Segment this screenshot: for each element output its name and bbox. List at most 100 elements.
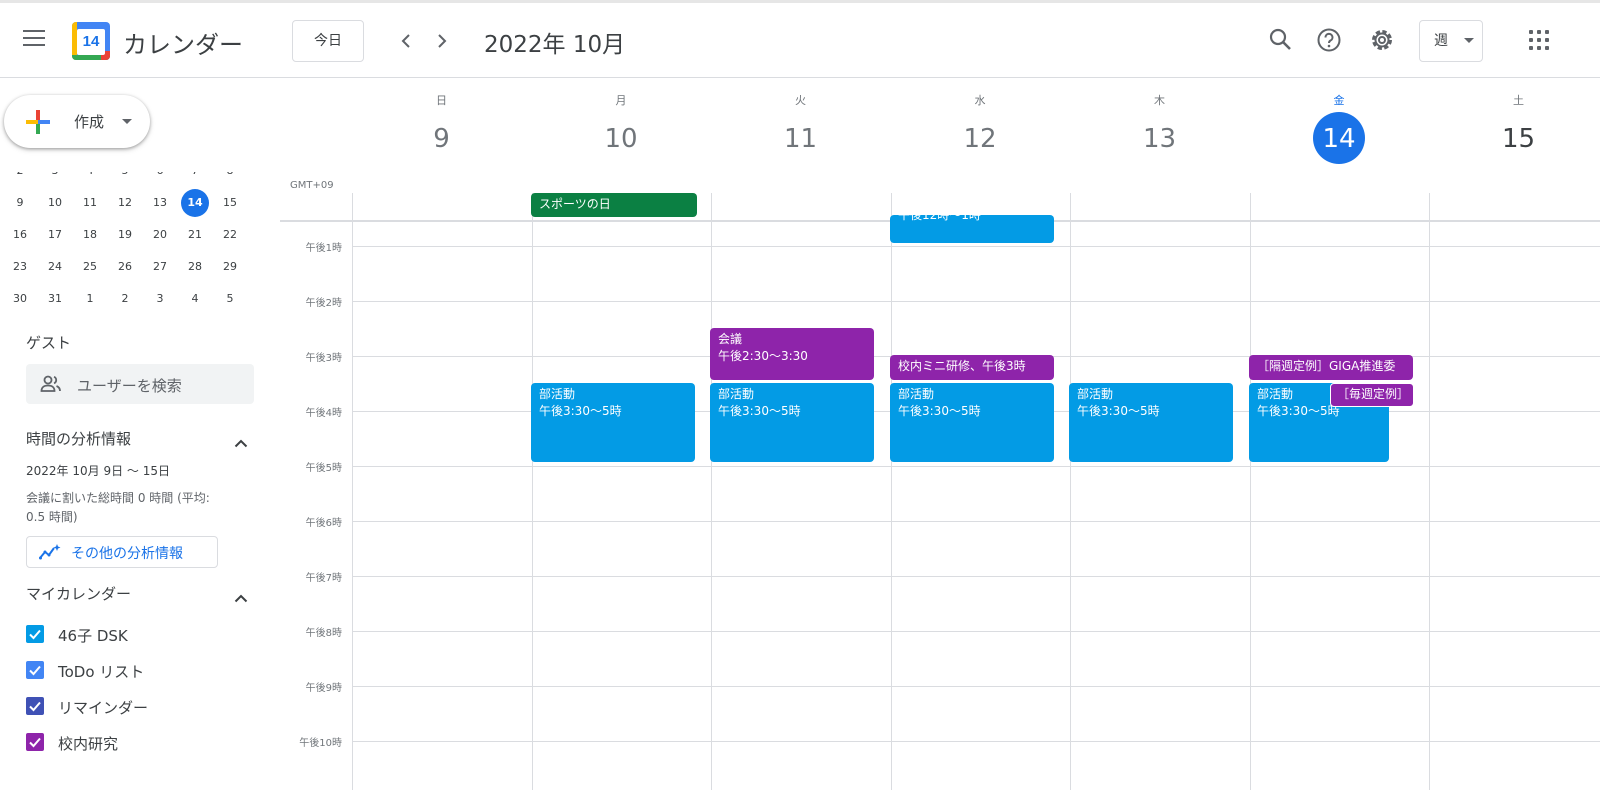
- day-header[interactable]: 月 10: [532, 92, 711, 162]
- collapse-my-calendars-chevron-up-icon[interactable]: [234, 588, 248, 603]
- my-calendars-title: マイカレンダー: [26, 585, 132, 603]
- my-calendar-item[interactable]: ToDo リスト: [26, 659, 256, 683]
- mini-calendar-day[interactable]: 22: [216, 221, 244, 249]
- mini-calendar-day[interactable]: 8: [216, 172, 244, 185]
- day-header[interactable]: 土 15: [1429, 92, 1600, 162]
- mini-calendar-day[interactable]: 28: [181, 253, 209, 281]
- day-header[interactable]: 水 12: [891, 92, 1070, 162]
- search-icon[interactable]: [1268, 27, 1294, 53]
- mini-calendar-day[interactable]: 19: [111, 221, 139, 249]
- event-wed-noon[interactable]: 午後12時〜1時: [890, 215, 1054, 243]
- day-header[interactable]: 木 13: [1070, 92, 1249, 162]
- event-club-thu[interactable]: 部活動 午後3:30〜5時: [1069, 383, 1233, 462]
- create-button[interactable]: 作成: [4, 95, 150, 148]
- mini-calendar-day[interactable]: 27: [146, 253, 174, 281]
- hour-label: 午後4時: [305, 408, 342, 419]
- day-number: 12: [891, 116, 1070, 162]
- event-title: 部活動: [718, 387, 755, 401]
- event-fri-giga-meeting[interactable]: ［隔週定例］GIGA推進委: [1249, 355, 1413, 380]
- view-select-dropdown[interactable]: 週: [1419, 20, 1483, 62]
- mini-calendar-day[interactable]: 15: [216, 189, 244, 217]
- day-of-week: 土: [1513, 94, 1524, 107]
- day-number: 10: [532, 116, 711, 162]
- hour-gridline: [352, 466, 1600, 467]
- event-club-mon[interactable]: 部活動 午後3:30〜5時: [531, 383, 695, 462]
- hour-label: 午後8時: [305, 628, 342, 639]
- app-title: カレンダー: [123, 31, 243, 59]
- checkbox-checked-icon[interactable]: [26, 697, 44, 715]
- mini-calendar-day[interactable]: 5: [111, 172, 139, 185]
- day-column-divider: [1249, 193, 1251, 790]
- next-week-chevron-right-icon[interactable]: [428, 27, 456, 55]
- event-tue-meeting[interactable]: 会議 午後2:30〜3:30: [710, 328, 874, 380]
- mini-calendar-day[interactable]: 14: [181, 189, 209, 217]
- hour-label: 午後1時: [305, 243, 342, 254]
- mini-calendar-day[interactable]: 9: [6, 189, 34, 217]
- mini-calendar-day[interactable]: 10: [41, 189, 69, 217]
- mini-calendar-day[interactable]: 29: [216, 253, 244, 281]
- day-number-text: 15: [1501, 124, 1536, 154]
- day-header[interactable]: 金 14: [1250, 92, 1429, 164]
- event-fri-weekly-meeting[interactable]: ［毎週定例］: [1330, 383, 1414, 407]
- day-header[interactable]: 日9: [352, 92, 531, 162]
- hour-label: 午後2時: [305, 298, 342, 309]
- event-time: 午後3:30〜5時: [718, 404, 801, 418]
- mini-calendar-day[interactable]: 24: [41, 253, 69, 281]
- main-menu-icon[interactable]: [23, 30, 47, 50]
- day-number: 11: [711, 116, 890, 162]
- event-club-wed[interactable]: 部活動 午後3:30〜5時: [890, 383, 1054, 462]
- guest-search-input[interactable]: ユーザーを検索: [26, 364, 254, 404]
- mini-calendar-day[interactable]: 2: [6, 172, 34, 185]
- mini-calendar-day[interactable]: 11: [76, 189, 104, 217]
- mini-calendar-day[interactable]: 1: [76, 285, 104, 313]
- collapse-insights-chevron-up-icon[interactable]: [234, 433, 248, 448]
- mini-calendar-day[interactable]: 7: [181, 172, 209, 185]
- people-icon: [40, 375, 61, 392]
- day-number: 9: [352, 116, 531, 162]
- settings-gear-icon[interactable]: [1369, 27, 1395, 53]
- help-icon[interactable]: [1316, 27, 1342, 53]
- mini-calendar-day[interactable]: 6: [146, 172, 174, 185]
- event-sports-day[interactable]: スポーツの日: [531, 193, 697, 217]
- more-insights-button[interactable]: その他の分析情報: [26, 536, 218, 568]
- event-wed-training[interactable]: 校内ミニ研修、午後3時: [890, 355, 1054, 380]
- my-calendar-label: 校内研究: [58, 735, 119, 753]
- day-column-divider: [711, 193, 712, 790]
- day-number-text: 10: [604, 124, 638, 154]
- mini-calendar-day[interactable]: 4: [181, 285, 209, 313]
- mini-calendar-day[interactable]: 3: [41, 172, 69, 185]
- hour-gridline: [352, 631, 1600, 632]
- today-button[interactable]: 今日: [292, 20, 364, 62]
- event-title: 校内ミニ研修、午後3時: [898, 359, 1026, 373]
- mini-calendar-day[interactable]: 17: [41, 221, 69, 249]
- checkbox-checked-icon[interactable]: [26, 661, 44, 679]
- hour-label: 午後6時: [305, 518, 342, 529]
- mini-calendar-day[interactable]: 26: [111, 253, 139, 281]
- mini-calendar-day[interactable]: 2: [111, 285, 139, 313]
- mini-calendar-day[interactable]: 18: [76, 221, 104, 249]
- day-header[interactable]: 火 11: [711, 92, 890, 162]
- event-title: スポーツの日: [539, 197, 611, 211]
- event-title: 部活動: [1077, 387, 1114, 401]
- mini-calendar-day[interactable]: 3: [146, 285, 174, 313]
- my-calendar-item[interactable]: リマインダー: [26, 695, 256, 719]
- mini-calendar-day[interactable]: 21: [181, 221, 209, 249]
- mini-calendar-day[interactable]: 25: [76, 253, 104, 281]
- logo-day: 14: [77, 29, 105, 55]
- prev-week-chevron-left-icon[interactable]: [392, 27, 420, 55]
- checkbox-checked-icon[interactable]: [26, 625, 44, 643]
- mini-calendar-day[interactable]: 4: [76, 172, 104, 185]
- mini-calendar-day[interactable]: 13: [146, 189, 174, 217]
- checkbox-checked-icon[interactable]: [26, 733, 44, 751]
- google-apps-grid-icon[interactable]: [1529, 30, 1551, 52]
- event-club-tue[interactable]: 部活動 午後3:30〜5時: [710, 383, 874, 462]
- mini-calendar-day[interactable]: 20: [146, 221, 174, 249]
- mini-calendar-day[interactable]: 5: [216, 285, 244, 313]
- my-calendar-item[interactable]: 46子 DSK: [26, 623, 256, 647]
- mini-calendar-day[interactable]: 12: [111, 189, 139, 217]
- mini-calendar-day[interactable]: 23: [6, 253, 34, 281]
- mini-calendar-day[interactable]: 30: [6, 285, 34, 313]
- mini-calendar-day[interactable]: 31: [41, 285, 69, 313]
- mini-calendar-day[interactable]: 16: [6, 221, 34, 249]
- my-calendar-item[interactable]: 校内研究: [26, 731, 256, 755]
